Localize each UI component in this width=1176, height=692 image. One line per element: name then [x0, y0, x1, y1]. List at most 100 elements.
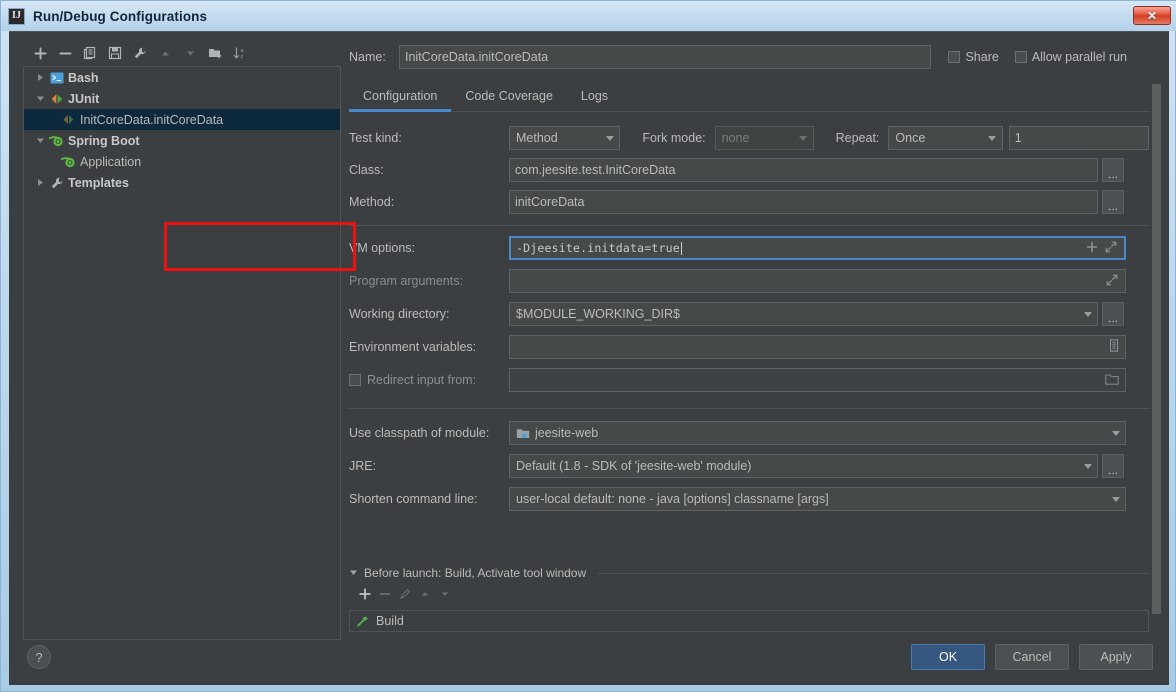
- repeat-dropdown[interactable]: Once: [888, 126, 1003, 150]
- before-launch-title: Before launch: Build, Activate tool wind…: [364, 566, 587, 580]
- chevron-down-icon[interactable]: [1106, 496, 1125, 502]
- help-button[interactable]: ?: [27, 645, 51, 669]
- method-browse-button[interactable]: ...: [1102, 190, 1124, 214]
- shorten-command-line-row: Shorten command line: user-local default…: [349, 487, 1149, 511]
- configurations-tree[interactable]: Bash JUnit InitCoreData.initCoreData Spr…: [23, 66, 341, 640]
- tab-logs[interactable]: Logs: [567, 89, 622, 111]
- vm-options-input[interactable]: -Djeesite.initdata=true: [509, 236, 1126, 260]
- tree-item-initcoredata-initcoredata[interactable]: InitCoreData.initCoreData: [24, 109, 340, 130]
- tab-label: Logs: [580, 89, 609, 103]
- copy-configuration-button[interactable]: [79, 42, 101, 64]
- name-input[interactable]: InitCoreData.initCoreData: [399, 45, 931, 69]
- chevron-down-icon[interactable]: [600, 135, 619, 141]
- allow-parallel-run-label: Allow parallel run: [1031, 50, 1127, 64]
- editor-scrollbar[interactable]: [1152, 84, 1161, 644]
- sort-configurations-button[interactable]: a z: [229, 42, 251, 64]
- tree-item-spring-boot[interactable]: Spring Boot: [24, 130, 340, 151]
- program-arguments-input[interactable]: [509, 269, 1126, 293]
- configurations-panel: a z Bash JUnit InitCoreData.initCoreData…: [23, 40, 341, 640]
- divider: [598, 572, 1149, 574]
- twisty-expanded-icon[interactable]: [349, 566, 358, 580]
- working-directory-browse-button[interactable]: ...: [1102, 302, 1124, 326]
- class-input[interactable]: com.jeesite.test.InitCoreData: [509, 158, 1098, 182]
- footer-buttons: OK Cancel Apply: [911, 644, 1153, 670]
- share-checkbox[interactable]: Share: [948, 50, 999, 64]
- ok-button[interactable]: OK: [911, 644, 985, 670]
- environment-variables-editor-icon[interactable]: [1108, 339, 1120, 355]
- edit-templates-button[interactable]: [129, 42, 151, 64]
- junit-icon: [60, 113, 77, 126]
- method-input[interactable]: initCoreData: [509, 190, 1098, 214]
- tree-item-junit[interactable]: JUnit: [24, 88, 340, 109]
- use-classpath-dropdown[interactable]: jeesite-web: [509, 421, 1126, 445]
- test-kind-value: Method: [516, 131, 558, 145]
- test-kind-label: Test kind:: [349, 131, 402, 145]
- fork-mode-value: none: [721, 131, 750, 145]
- redirect-input-label-wrap: Redirect input from:: [349, 373, 509, 387]
- twisty-expanded-icon[interactable]: [32, 136, 48, 145]
- vm-options-value: -Djeesite.initdata=true: [516, 241, 680, 255]
- chevron-down-icon[interactable]: [1078, 311, 1097, 317]
- cancel-button[interactable]: Cancel: [995, 644, 1069, 670]
- jre-dropdown[interactable]: Default (1.8 - SDK of 'jeesite-web' modu…: [509, 454, 1098, 478]
- use-classpath-value: jeesite-web: [535, 426, 599, 440]
- form-divider: [349, 225, 1149, 226]
- move-down-button[interactable]: [179, 42, 201, 64]
- tree-item-templates[interactable]: Templates: [24, 172, 340, 193]
- chevron-down-icon: [794, 135, 813, 141]
- twisty-collapsed-icon[interactable]: [32, 178, 48, 187]
- apply-button[interactable]: Apply: [1079, 644, 1153, 670]
- name-label: Name:: [349, 50, 386, 64]
- before-launch-header[interactable]: Before launch: Build, Activate tool wind…: [349, 566, 1149, 580]
- tree-item-application[interactable]: Application: [24, 151, 340, 172]
- name-row: Name: InitCoreData.initCoreData Share Al…: [349, 44, 1149, 70]
- fork-mode-dropdown[interactable]: none: [714, 126, 814, 150]
- expand-editor-icon[interactable]: [1105, 241, 1117, 256]
- working-directory-dropdown[interactable]: $MODULE_WORKING_DIR$: [509, 302, 1098, 326]
- allow-parallel-run-checkbox[interactable]: Allow parallel run: [1014, 50, 1127, 64]
- repeat-count-input[interactable]: 1: [1008, 126, 1149, 150]
- add-macro-icon[interactable]: [1086, 241, 1098, 256]
- jre-browse-button[interactable]: ...: [1102, 454, 1124, 478]
- class-browse-button[interactable]: ...: [1102, 158, 1124, 182]
- remove-configuration-button[interactable]: [54, 42, 76, 64]
- jre-label: JRE:: [349, 459, 377, 473]
- folder-icon[interactable]: [1105, 373, 1119, 388]
- tab-code-coverage[interactable]: Code Coverage: [451, 89, 567, 111]
- environment-variables-input[interactable]: [509, 335, 1126, 359]
- tree-item-label: Spring Boot: [68, 133, 140, 148]
- test-kind-dropdown[interactable]: Method: [509, 126, 621, 150]
- editor-tabs: Configuration Code Coverage Logs: [349, 81, 1149, 112]
- chevron-down-icon[interactable]: [1106, 430, 1125, 436]
- create-folder-button[interactable]: [204, 42, 226, 64]
- twisty-collapsed-icon[interactable]: [32, 73, 48, 82]
- chevron-down-icon[interactable]: [983, 135, 1002, 141]
- window-title: Run/Debug Configurations: [33, 8, 208, 24]
- allow-parallel-run-checkbox-box[interactable]: [1014, 51, 1027, 63]
- expand-editor-icon[interactable]: [1106, 274, 1118, 289]
- vm-options-row: VM options: -Djeesite.initdata=true: [349, 236, 1149, 260]
- add-task-button[interactable]: [359, 587, 371, 605]
- add-configuration-button[interactable]: [29, 42, 51, 64]
- shorten-command-line-dropdown[interactable]: user-local default: none - java [options…: [509, 487, 1126, 511]
- tab-configuration[interactable]: Configuration: [349, 89, 452, 112]
- repeat-label: Repeat:: [835, 131, 880, 145]
- working-directory-row: Working directory: $MODULE_WORKING_DIR$ …: [349, 302, 1149, 326]
- redirect-input-field[interactable]: [509, 368, 1126, 392]
- move-up-button[interactable]: [154, 42, 176, 64]
- shorten-command-line-label: Shorten command line:: [349, 492, 478, 506]
- redirect-input-label: Redirect input from:: [367, 373, 477, 387]
- remove-task-button: [379, 587, 391, 605]
- save-configuration-button[interactable]: [104, 42, 126, 64]
- configuration-form: Test kind: Method Fork mode: none Repeat…: [349, 126, 1149, 511]
- tab-label: Code Coverage: [465, 89, 553, 103]
- jre-value: Default (1.8 - SDK of 'jeesite-web' modu…: [516, 459, 752, 473]
- redirect-input-checkbox[interactable]: [349, 374, 361, 386]
- chevron-down-icon[interactable]: [1078, 463, 1097, 469]
- close-window-button[interactable]: ✕: [1133, 6, 1171, 25]
- tree-item-bash[interactable]: Bash: [24, 67, 340, 88]
- editor-scrollbar-thumb[interactable]: [1152, 84, 1161, 614]
- before-launch-task-list[interactable]: Build: [349, 610, 1149, 632]
- twisty-expanded-icon[interactable]: [32, 94, 48, 103]
- share-checkbox-box[interactable]: [948, 51, 961, 63]
